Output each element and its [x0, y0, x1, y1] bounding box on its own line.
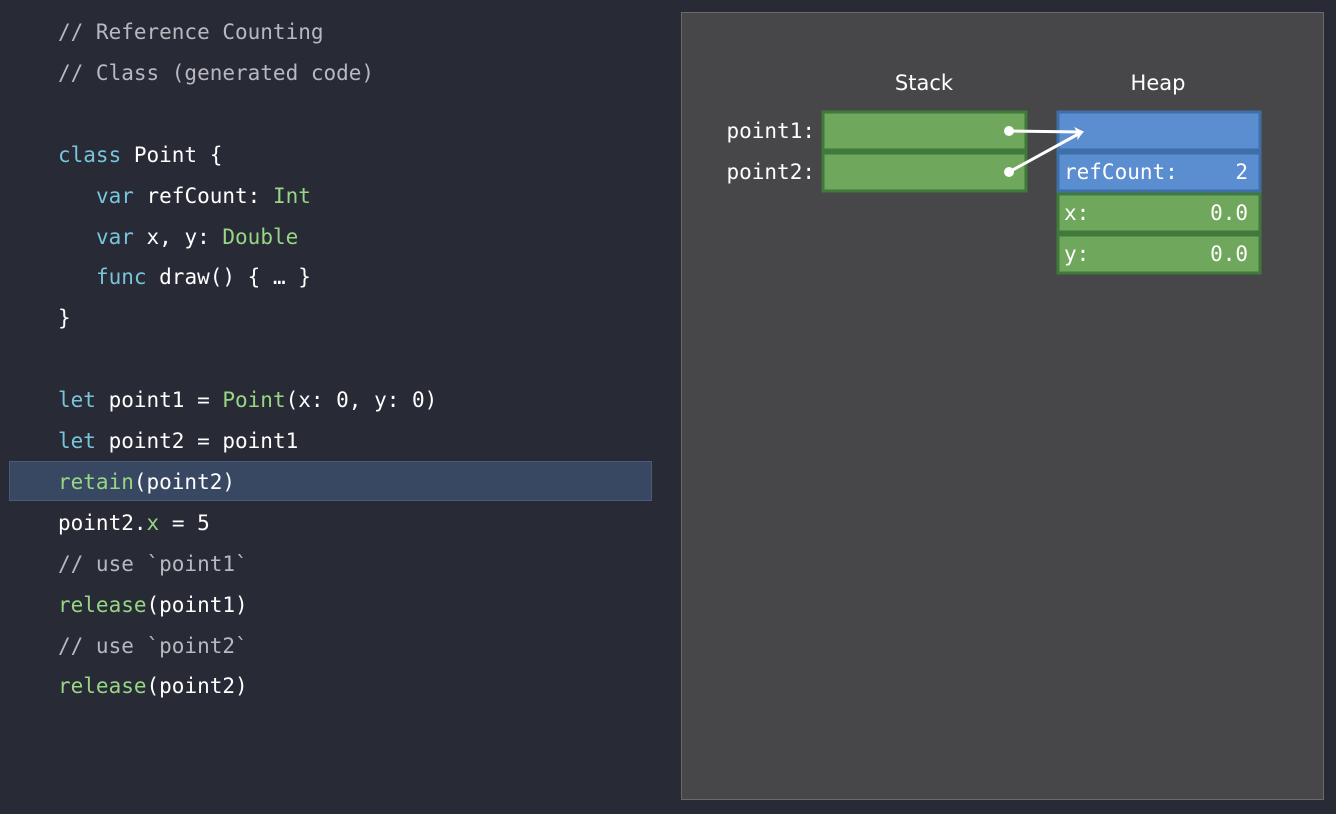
code-token-plain: refCount:	[133, 183, 273, 208]
stack-heading: Stack	[895, 71, 954, 95]
memory-diagram-svg: Stack Heap point1: point2: refCount: 2 x: 0.…	[726, 71, 1262, 275]
code-line: point2.x = 5	[58, 509, 210, 537]
code-line-current: retain(point2)	[58, 468, 235, 496]
code-token-plain: }	[58, 306, 71, 331]
code-token-plain: point1 =	[95, 388, 223, 413]
stack-frame: point1: point2:	[726, 110, 1028, 193]
code-line: // use `point1`	[58, 550, 248, 578]
code-token-comment: // Reference Counting	[58, 20, 324, 44]
code-token-plain: (x: 0, y: 0)	[285, 388, 438, 413]
code-token-plain: draw() { … }	[146, 265, 311, 290]
heap-field-value: 0.0	[1210, 201, 1248, 225]
stack-var-label: point1:	[726, 119, 815, 143]
memory-diagram: Stack Heap point1: point2: refCount: 2 x: 0.…	[681, 12, 1324, 800]
code-line: // use `point2`	[58, 632, 248, 660]
code-line: let point1 = Point(x: 0, y: 0)	[58, 386, 437, 414]
code-token-plain: (point1)	[146, 592, 248, 617]
heap-field-value: 0.0	[1210, 242, 1248, 266]
code-line: class Point {	[58, 141, 222, 169]
code-token-comment: // use `point1`	[58, 551, 248, 576]
code-token-keyword: var	[95, 183, 134, 208]
code-token-plain: Point {	[121, 142, 223, 167]
code-token-keyword: var	[95, 224, 134, 249]
code-token-plain: point2 = point1	[95, 429, 299, 453]
code-token-keyword: let	[58, 429, 96, 453]
code-panel: // Reference Counting // Class (generated…	[0, 0, 660, 814]
reference-dot	[1004, 126, 1014, 136]
stack-cell	[821, 151, 1028, 193]
code-token-keyword: class	[58, 142, 122, 167]
heap-field-label: y:	[1064, 242, 1089, 266]
code-line: // Reference Counting	[58, 18, 324, 46]
code-token-keyword: func	[95, 265, 147, 290]
code-token-plain: x, y:	[133, 224, 223, 249]
heap-field-value: 2	[1235, 160, 1248, 184]
code-line: let point2 = point1	[58, 427, 298, 455]
code-token-keyword: let	[58, 388, 96, 413]
code-line: var x, y: Double	[58, 223, 298, 251]
code-token-type: Int	[272, 183, 311, 208]
code-token-comment: // use `point2`	[58, 633, 248, 658]
code-line: var refCount: Int	[58, 182, 311, 210]
code-token-type: Point	[222, 388, 286, 413]
code-token-plain: (point2)	[146, 674, 248, 699]
heap-object: refCount: 2 x: 0.0 y: 0.0	[1056, 110, 1262, 275]
code-line: release(point2)	[58, 672, 248, 700]
code-token-plain: point2.	[58, 510, 147, 535]
code-token-type: x	[146, 510, 160, 535]
code-line: func draw() { … }	[58, 263, 311, 291]
code-token-type: release	[58, 674, 147, 699]
stack-var-label: point2:	[726, 160, 815, 184]
code-token-comment: // Class (generated code)	[58, 60, 375, 85]
code-token-plain: (point2)	[133, 469, 236, 494]
code-line: // Class (generated code)	[58, 59, 374, 87]
reference-dot	[1004, 167, 1014, 177]
heap-heading: Heap	[1131, 71, 1186, 95]
code-line: }	[58, 304, 71, 332]
code-token-type: retain	[58, 469, 134, 494]
code-token-type: Double	[222, 224, 299, 249]
heap-field-label: refCount:	[1064, 160, 1178, 184]
reference-arrow	[1008, 126, 1084, 137]
stack-cell	[821, 110, 1028, 152]
heap-header-cell	[1056, 110, 1262, 152]
code-token-type: release	[58, 592, 147, 617]
code-token-plain: = 5	[159, 510, 210, 535]
code-line: release(point1)	[58, 591, 248, 619]
heap-field-label: x:	[1064, 201, 1089, 225]
